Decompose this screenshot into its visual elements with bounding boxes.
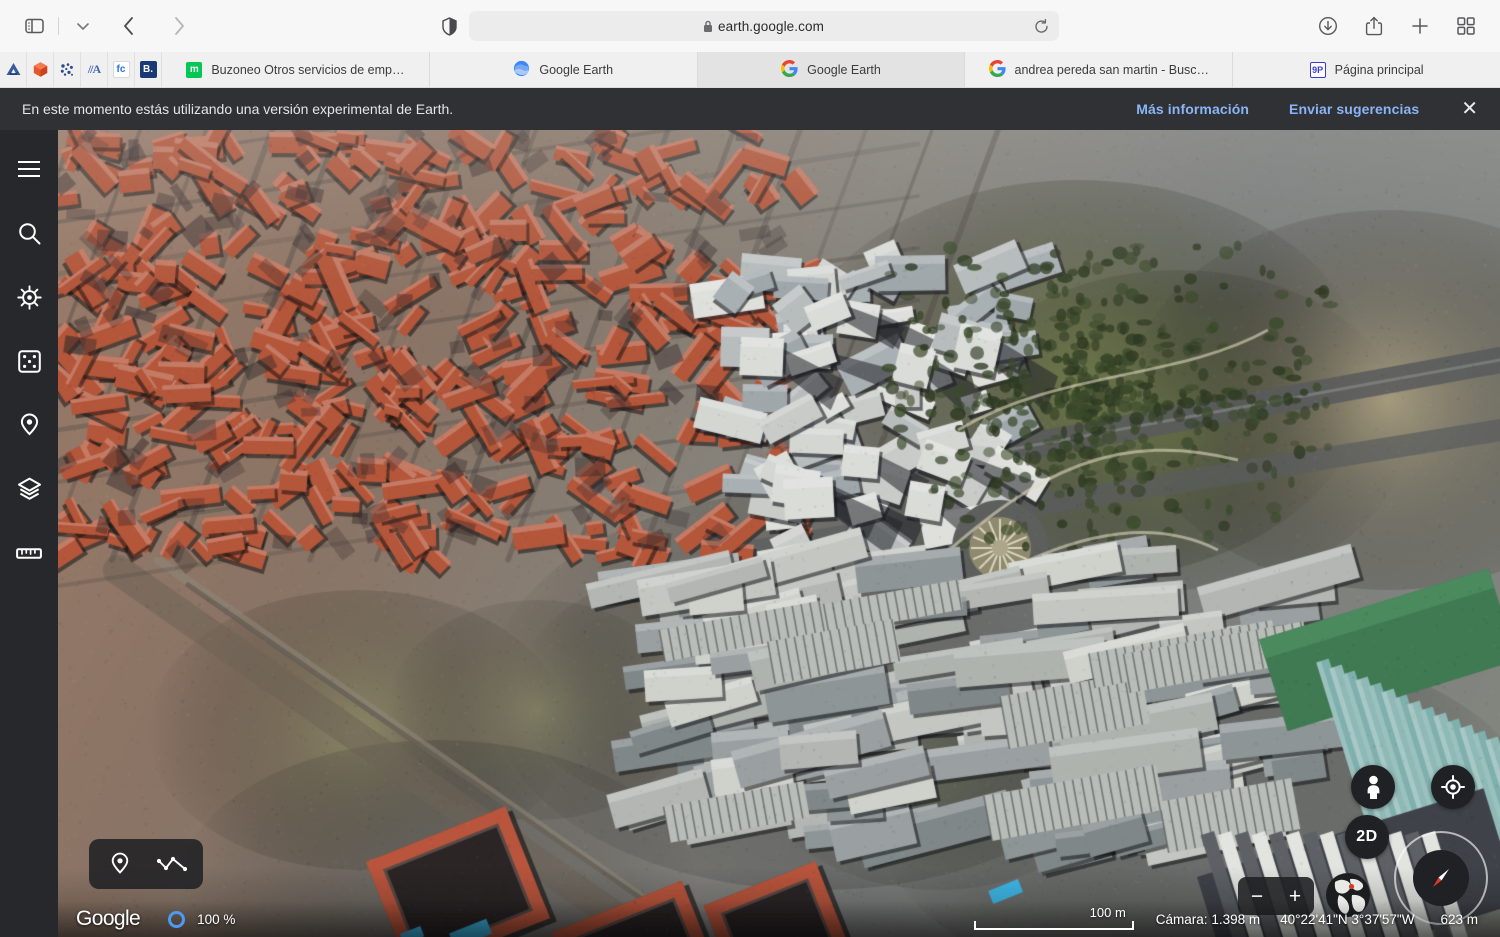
browser-toolbar: earth.google.com — [0, 0, 1500, 52]
close-icon[interactable]: ✕ — [1461, 99, 1478, 119]
placemark-tool-icon[interactable] — [99, 843, 141, 885]
browser-window: earth.google.com //A fc B. m Buzoneo Otr… — [0, 0, 1500, 937]
reload-icon[interactable] — [1034, 18, 1049, 34]
google-earth-app: En este momento estás utilizando una ver… — [0, 88, 1500, 937]
notice-actions: Más información Enviar sugerencias — [1136, 101, 1419, 117]
satellite-map-canvas[interactable] — [58, 130, 1500, 937]
zoom-out-button[interactable]: − — [1238, 877, 1276, 915]
voyager-icon[interactable] — [14, 282, 44, 312]
map-tools-panel — [89, 839, 203, 889]
zoom-controls: − + — [1238, 877, 1314, 915]
tab-label: Buzoneo Otros servicios de emp… — [211, 62, 405, 77]
tab-google-earth-1[interactable]: Google Earth — [430, 52, 698, 87]
toolbar-divider — [58, 17, 59, 35]
tab-label: Google Earth — [539, 62, 614, 77]
pegman-icon[interactable] — [1351, 765, 1395, 809]
tab-pagina-principal[interactable]: 9P Página principal — [1233, 52, 1500, 87]
downloads-icon[interactable] — [1312, 10, 1344, 42]
share-icon[interactable] — [1358, 10, 1390, 42]
menu-icon[interactable] — [14, 154, 44, 184]
google-g-favicon — [988, 59, 1006, 80]
toolbar-actions — [1312, 10, 1482, 42]
url-bar[interactable]: earth.google.com — [468, 11, 1059, 41]
toggle-2d-button[interactable]: 2D — [1345, 815, 1389, 859]
ruler-icon[interactable] — [14, 538, 44, 568]
tab-buzoneo[interactable]: m Buzoneo Otros servicios de emp… — [162, 52, 430, 87]
zoom-in-button[interactable]: + — [1276, 877, 1314, 915]
globe-view-icon[interactable] — [1326, 873, 1370, 917]
bookmark-fav-6[interactable]: B. — [135, 52, 162, 87]
lock-icon — [703, 20, 713, 33]
compass-ring — [1394, 831, 1488, 925]
search-icon[interactable] — [14, 218, 44, 248]
tab-andrea-search[interactable]: andrea pereda san martin - Busc… — [965, 52, 1234, 87]
map-viewport: 2D − + Google 100 % 100 m Cámara: 1.398 … — [0, 130, 1500, 937]
nav-controls — [18, 10, 195, 42]
layers-icon[interactable] — [14, 474, 44, 504]
google-g-favicon — [781, 59, 798, 80]
url-text: earth.google.com — [718, 18, 824, 34]
tab-label: Google Earth — [807, 62, 881, 77]
tab-favicon-pagina: 9P — [1309, 61, 1326, 78]
more-info-link[interactable]: Más información — [1136, 101, 1249, 117]
bookmark-fav-3[interactable] — [54, 52, 81, 87]
new-tab-icon[interactable] — [1404, 10, 1436, 42]
forward-icon[interactable] — [163, 10, 195, 42]
chevron-down-icon[interactable] — [67, 10, 99, 42]
sidebar-toggle-icon[interactable] — [18, 10, 50, 42]
compass-icon[interactable] — [1413, 850, 1469, 906]
experimental-notice-banner: En este momento estás utilizando una ver… — [0, 88, 1500, 130]
tab-google-earth-2[interactable]: Google Earth — [697, 52, 966, 87]
earth-left-rail — [0, 130, 58, 937]
tab-favicon-buzoneo: m — [186, 61, 203, 78]
placemark-icon[interactable] — [14, 410, 44, 440]
bookmark-fav-5[interactable]: fc — [108, 52, 135, 87]
send-feedback-link[interactable]: Enviar sugerencias — [1289, 101, 1419, 117]
aerial-imagery[interactable] — [58, 130, 1500, 937]
path-tool-icon[interactable] — [151, 843, 193, 885]
bookmark-fav-1[interactable] — [0, 52, 27, 87]
tab-label: andrea pereda san martin - Busc… — [1014, 62, 1210, 77]
bookmark-fav-4[interactable]: //A — [81, 52, 108, 87]
privacy-shield-icon[interactable] — [441, 16, 457, 36]
tab-label: Página principal — [1334, 62, 1424, 77]
bookmark-fav-2[interactable] — [27, 52, 54, 87]
back-icon[interactable] — [113, 10, 145, 42]
earth-favicon — [513, 60, 530, 80]
notice-message: En este momento estás utilizando una ver… — [22, 101, 454, 117]
my-location-icon[interactable] — [1431, 765, 1475, 809]
tab-overview-icon[interactable] — [1450, 10, 1482, 42]
bookmark-tab-strip: //A fc B. m Buzoneo Otros servicios de e… — [0, 52, 1500, 88]
address-area: earth.google.com — [430, 11, 1070, 41]
dice-icon[interactable] — [14, 346, 44, 376]
